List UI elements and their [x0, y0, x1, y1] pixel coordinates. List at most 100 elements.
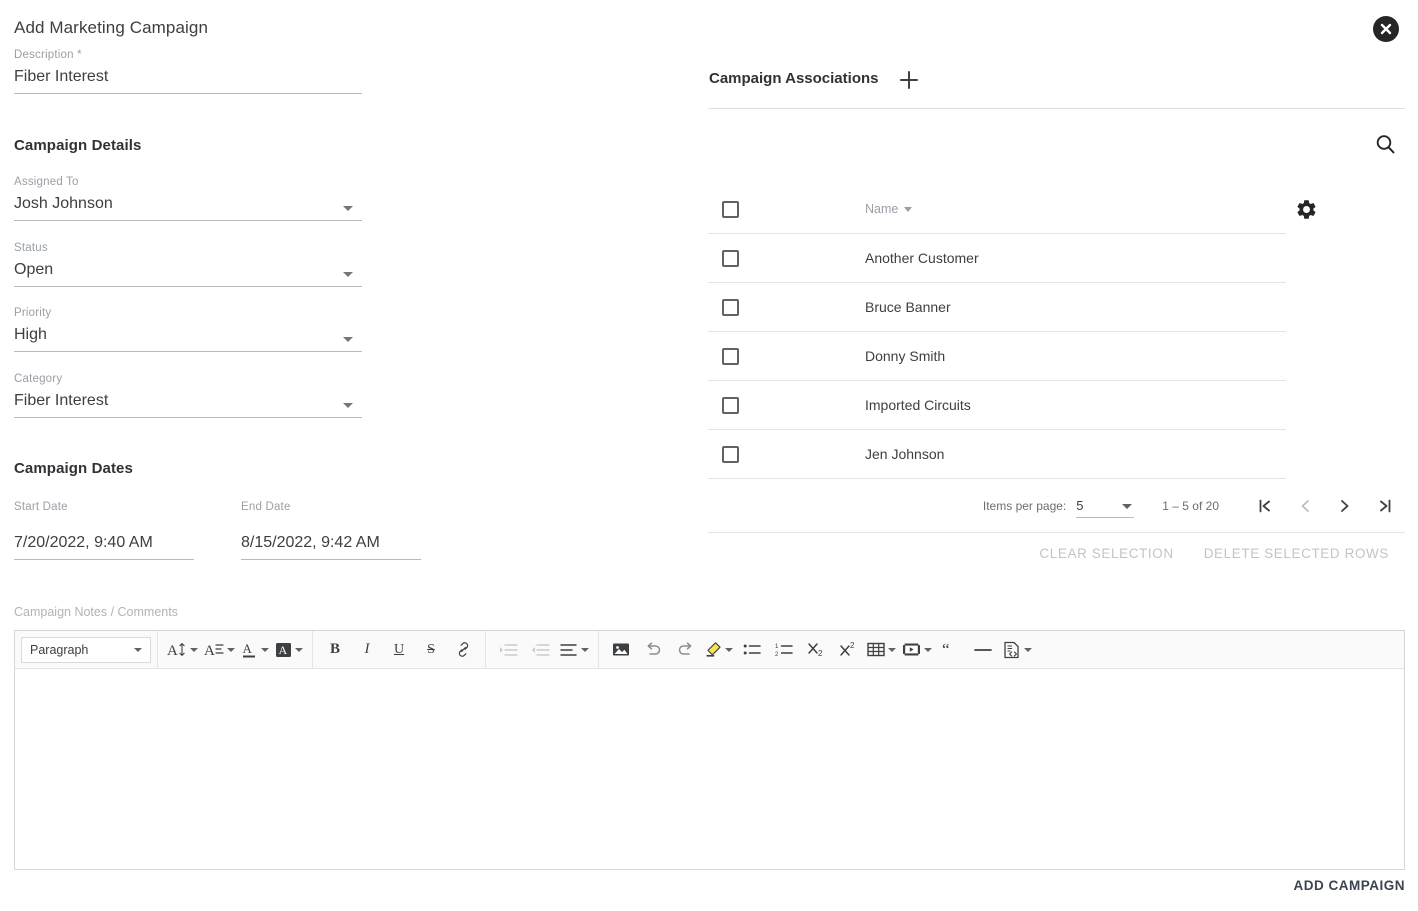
table-row[interactable]: Another Customer [708, 234, 1286, 283]
search-icon [1376, 135, 1395, 154]
assigned-to-label: Assigned To [14, 176, 79, 188]
subscript-button[interactable]: 2 [800, 635, 832, 665]
end-date-underline [241, 559, 421, 560]
column-header-name[interactable]: Name [865, 202, 1286, 216]
description-field[interactable]: Description * Fiber Interest [14, 48, 362, 94]
close-dialog-button[interactable] [1373, 16, 1399, 42]
priority-select[interactable]: Priority High [14, 306, 362, 352]
description-underline [14, 93, 362, 94]
superscript-icon: 2 [839, 641, 855, 656]
add-association-button[interactable] [898, 69, 920, 91]
image-button[interactable] [605, 635, 637, 665]
items-per-page-select[interactable]: 5 [1076, 495, 1135, 518]
link-button[interactable] [447, 635, 479, 665]
subscript-icon: 2 [807, 643, 823, 658]
status-label: Status [14, 242, 48, 254]
strikethrough-button[interactable]: S [415, 635, 447, 665]
table-row[interactable]: Bruce Banner [708, 283, 1286, 332]
end-date-field[interactable]: End Date 8/15/2022, 9:42 AM [241, 500, 421, 560]
table-settings-button[interactable] [1295, 198, 1318, 221]
dropdown-caret-icon [343, 337, 353, 342]
bold-button[interactable]: B [319, 635, 351, 665]
next-page-button[interactable] [1325, 486, 1365, 526]
delete-selected-rows-button[interactable]: DELETE SELECTED ROWS [1204, 546, 1389, 561]
row-checkbox[interactable] [722, 445, 739, 463]
table-row[interactable]: Donny Smith [708, 332, 1286, 381]
add-campaign-button[interactable]: ADD CAMPAIGN [1294, 878, 1406, 893]
clear-selection-button[interactable]: CLEAR SELECTION [1039, 546, 1173, 561]
first-page-button[interactable] [1245, 486, 1285, 526]
add-marketing-campaign-dialog: Add Marketing Campaign Description * Fib… [0, 0, 1418, 911]
chevron-down-icon [924, 647, 932, 652]
row-select-cell[interactable] [708, 445, 865, 463]
row-checkbox[interactable] [722, 396, 739, 414]
row-select-cell[interactable] [708, 249, 865, 267]
table-header-row: Name [708, 185, 1286, 234]
column-header-name-label: Name [865, 202, 899, 216]
line-height-button[interactable]: A [201, 635, 238, 665]
numbered-list-button[interactable]: 1 2 [768, 635, 800, 665]
svg-text:2: 2 [775, 652, 779, 658]
align-button[interactable] [556, 635, 592, 665]
row-checkbox[interactable] [722, 298, 739, 316]
paragraph-style-select[interactable]: Paragraph [21, 636, 151, 663]
start-date-label: Start Date [14, 501, 68, 513]
row-select-cell[interactable] [708, 298, 865, 316]
outdent-button[interactable] [524, 635, 556, 665]
table-paginator: Items per page: 5 1 – 5 of 20 [708, 481, 1405, 531]
campaign-details-heading: Campaign Details [14, 137, 142, 154]
redo-icon [678, 642, 691, 655]
indent-button[interactable] [492, 635, 524, 665]
previous-page-button[interactable] [1285, 486, 1325, 526]
blockquote-button[interactable]: “ [935, 635, 967, 665]
font-color-button[interactable]: A [238, 635, 272, 665]
start-date-field[interactable]: Start Date 7/20/2022, 9:40 AM [14, 500, 194, 560]
last-page-button[interactable] [1365, 486, 1405, 526]
horizontal-rule-button[interactable] [967, 635, 999, 665]
chevron-down-icon [190, 647, 198, 652]
italic-button[interactable]: I [351, 635, 383, 665]
font-size-button[interactable]: A [164, 635, 201, 665]
search-associations-button[interactable] [1374, 133, 1397, 156]
status-select[interactable]: Status Open [14, 241, 362, 287]
category-underline [14, 417, 362, 418]
undo-button[interactable] [637, 635, 669, 665]
priority-underline [14, 351, 362, 352]
background-color-button[interactable]: A [272, 635, 306, 665]
chevron-down-icon [888, 647, 896, 652]
campaign-notes-editor: Paragraph A A A A B I U S 1 2 2 2 “ [14, 630, 1405, 870]
chevron-down-icon [581, 647, 589, 652]
assigned-to-select[interactable]: Assigned To Josh Johnson [14, 175, 362, 221]
campaign-notes-label: Campaign Notes / Comments [14, 605, 178, 619]
page-title: Add Marketing Campaign [14, 18, 209, 37]
highlight-button[interactable] [701, 635, 736, 665]
chevron-down-icon [261, 647, 269, 652]
row-checkbox[interactable] [722, 249, 739, 267]
row-select-cell[interactable] [708, 396, 865, 414]
start-date-value: 7/20/2022, 9:40 AM [14, 534, 153, 551]
plus-icon [900, 71, 918, 89]
select-all-checkbox[interactable] [722, 200, 739, 218]
campaign-associations-title: Campaign Associations [709, 70, 879, 87]
bullet-list-button[interactable] [736, 635, 768, 665]
table-row[interactable]: Jen Johnson [708, 430, 1286, 479]
video-button[interactable] [899, 635, 935, 665]
category-select[interactable]: Category Fiber Interest [14, 372, 362, 418]
select-all-cell[interactable] [708, 200, 865, 218]
background-color-icon: A [276, 642, 291, 657]
underline-button[interactable]: U [383, 635, 415, 665]
table-button[interactable] [864, 635, 899, 665]
campaign-notes-textarea[interactable] [15, 669, 1404, 869]
start-date-underline [14, 559, 194, 560]
table-row[interactable]: Imported Circuits [708, 381, 1286, 430]
superscript-button[interactable]: 2 [832, 635, 864, 665]
row-checkbox[interactable] [722, 347, 739, 365]
source-code-button[interactable] [999, 635, 1035, 665]
row-name: Jen Johnson [865, 446, 945, 462]
row-name: Bruce Banner [865, 299, 951, 315]
redo-button[interactable] [669, 635, 701, 665]
close-icon [1380, 23, 1392, 35]
row-name: Another Customer [865, 250, 979, 266]
row-select-cell[interactable] [708, 347, 865, 365]
campaign-dates-heading: Campaign Dates [14, 460, 133, 477]
